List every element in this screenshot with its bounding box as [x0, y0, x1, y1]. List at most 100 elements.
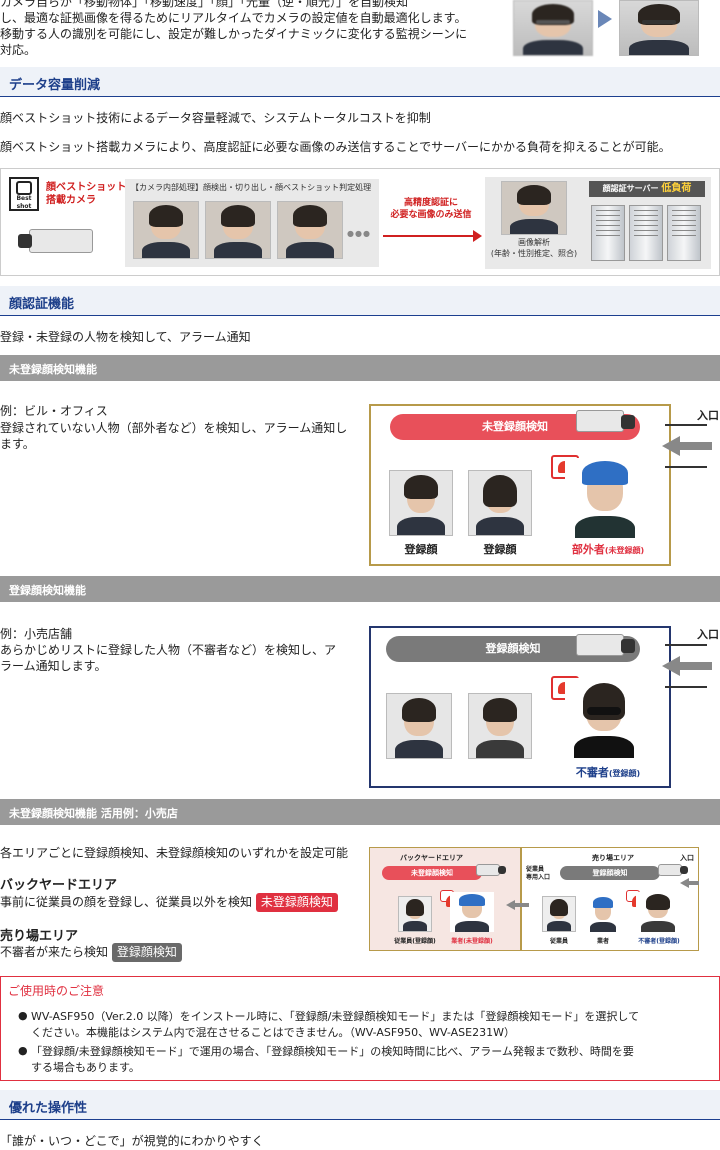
process-label: 【カメラ内部処理】顔検出・切り出し・顔ベストショット判定処理 — [131, 183, 372, 192]
face-image — [450, 892, 494, 932]
face-image — [133, 201, 199, 259]
door-line — [665, 424, 707, 426]
section-title: 顔認証機能 — [9, 297, 75, 312]
server-icon — [629, 205, 663, 261]
server-icon — [667, 205, 701, 261]
server-icon — [591, 205, 625, 261]
door-line — [665, 644, 707, 646]
arrow-left-icon — [662, 436, 680, 456]
caution-title: ご使用時のご注意 — [8, 984, 105, 998]
divider — [520, 848, 522, 950]
description-text: ます。 — [0, 437, 35, 451]
arrow-right-icon — [473, 230, 482, 242]
intro-line: 移動する人の識別を可能にし、設定が難しかったダイナミックに変化する監視シーンに — [0, 27, 468, 41]
camera-label: 顔ベストショット 搭載カメラ — [46, 182, 127, 206]
unregistered-tag: 未登録顔検知 — [255, 893, 338, 912]
area-label: バックヤードエリア — [400, 854, 463, 862]
intro-line: 対応。 — [0, 43, 37, 57]
intro-line: カメラ自らが「移動物体」「移動速度」「顔」「光量（逆・順光）」を自動検知 — [0, 0, 409, 9]
face-caption: 業者 — [596, 938, 609, 945]
paragraph: 登録・未登録の人物を検知して、アラーム通知 — [0, 330, 251, 344]
staff-entrance-label: 従業員 専用入口 — [526, 866, 551, 881]
face-image — [586, 896, 620, 932]
server-panel: 画像解析 (年齢・性別推定、照合) 顔認証サーバー 低負荷 — [485, 177, 711, 269]
face-image — [277, 201, 343, 259]
intro-line: し、最適な証拠画像を得るためにリアルタイムでカメラの設定値を自動最適化します。 — [0, 11, 467, 25]
face-caption: 登録顔 — [404, 543, 438, 556]
face-image — [501, 181, 567, 235]
description-text: ラーム通知します。 — [0, 659, 107, 673]
section-header-usability: 優れた操作性 — [0, 1090, 720, 1120]
face-image — [205, 201, 271, 259]
subsection-header-registered: 登録顔検知機能 — [0, 576, 720, 602]
entrance-label: 入口 — [697, 628, 719, 641]
face-image — [542, 896, 576, 932]
arrow-left-icon — [680, 878, 689, 888]
paragraph: 顔ベストショット搭載カメラにより、高度認証に必要な画像のみ送信することでサーバー… — [0, 140, 671, 154]
face-caption: 登録顔 — [483, 543, 517, 556]
bullet-icon: ● — [18, 1009, 28, 1022]
camera-icon — [18, 229, 93, 253]
arrow-line — [383, 235, 475, 237]
retail-diagram: バックヤードエリア 売り場エリア 未登録顔検知 登録顔検知 従業員 専用入口 入… — [369, 847, 699, 951]
camera-icon — [576, 634, 635, 656]
face-caption: 業者(未登録顔) — [451, 938, 493, 945]
subsection-header-unregistered: 未登録顔検知機能 — [0, 355, 720, 381]
backyard-title: バックヤードエリア — [0, 878, 118, 893]
arrow-left-icon — [680, 662, 712, 670]
face-caption: 不審者(登録顔) — [638, 938, 680, 945]
registered-face-image — [468, 693, 532, 759]
camera-icon — [576, 410, 635, 432]
detection-pill: 未登録顔検知 — [382, 866, 482, 880]
subsection-header-retail-case: 未登録顔検知機能 活用例：小売店 — [0, 799, 720, 825]
camera-icon — [476, 864, 506, 876]
arrow-label: 高精度認証に 必要な画像のみ送信 — [390, 198, 472, 220]
caution-box: ご使用時のご注意 ● WV-ASF950（Ver.2.0 以降）をインストール時… — [0, 976, 720, 1081]
best-shot-badge: Best shot — [9, 177, 39, 211]
best-shot-diagram: Best shot 顔ベストショット 搭載カメラ 【カメラ内部処理】顔検出・切り… — [0, 168, 720, 276]
paragraph: 顔ベストショット技術によるデータ容量軽減で、システムトータルコストを抑制 — [0, 111, 431, 125]
suspicious-face-image — [565, 678, 643, 758]
ellipsis-icon: ●●● — [347, 229, 371, 238]
area-label: 売り場エリア — [592, 854, 634, 862]
registered-face-image — [389, 470, 453, 536]
description-text: 登録されていない人物（部外者など）を検知し、アラーム通知し — [0, 421, 348, 435]
arrow-left-icon — [515, 903, 529, 907]
example-text: 例：ビル・オフィス — [0, 404, 108, 418]
caution-item: 「登録顔/未登録顔検知モード」で運用の場合、「登録顔検知モード」の検知時間に比べ… — [31, 1045, 634, 1074]
section-title: 優れた操作性 — [9, 1101, 88, 1116]
arrow-left-icon — [680, 442, 712, 450]
example-text: 例：小売店舗 — [0, 627, 73, 641]
arrow-right-icon — [598, 10, 612, 28]
before-image — [513, 0, 593, 56]
door-line — [665, 686, 707, 688]
door-line — [665, 466, 707, 468]
paragraph: 各エリアごとに登録顔検知、未登録顔検知のいずれかを設定可能 — [0, 846, 349, 860]
section-header-face-auth: 顔認証機能 — [0, 286, 720, 316]
arrow-left-icon — [662, 656, 680, 676]
face-caption: 従業員 — [549, 938, 568, 945]
server-label: 顔認証サーバー 低負荷 — [589, 181, 705, 197]
arrow-left-icon — [506, 900, 515, 910]
description-text: あらかじめリストに登録した人物（不審者など）を検知し、ア — [0, 643, 337, 657]
after-image — [619, 0, 699, 56]
caution-item: WV-ASF950（Ver.2.0 以降）をインストール時に、「登録顔/未登録顔… — [31, 1010, 640, 1039]
backyard-desc: 事前に従業員の顔を登録し、従業員以外を検知 未登録顔検知 — [0, 892, 338, 912]
section-header-data-reduction: データ容量削減 — [0, 67, 720, 97]
registered-tag: 登録顔検知 — [111, 943, 182, 962]
bullet-icon: ● — [18, 1044, 28, 1057]
camera-process-panel: 【カメラ内部処理】顔検出・切り出し・顔ベストショット判定処理 ●●● — [125, 179, 379, 267]
arrow-left-icon — [689, 881, 699, 885]
entrance-label: 入口 — [697, 409, 719, 422]
outsider-caption: 部外者(未登録顔) — [571, 543, 645, 556]
entrance-label: 入口 — [680, 854, 694, 862]
suspicious-caption: 不審者(登録顔) — [575, 766, 641, 779]
floor-desc: 不審者が来たら検知 登録顔検知 — [0, 942, 182, 962]
registered-face-image — [468, 470, 532, 536]
section-title: データ容量削減 — [9, 78, 101, 93]
paragraph: 「誰が・いつ・どこで」が視覚的にわかりやすく — [0, 1134, 264, 1148]
face-image — [636, 892, 680, 932]
analysis-label: 画像解析 (年齢・性別推定、照合) — [490, 238, 578, 258]
outsider-face-image — [565, 458, 645, 538]
face-caption: 従業員(登録顔) — [394, 938, 436, 945]
